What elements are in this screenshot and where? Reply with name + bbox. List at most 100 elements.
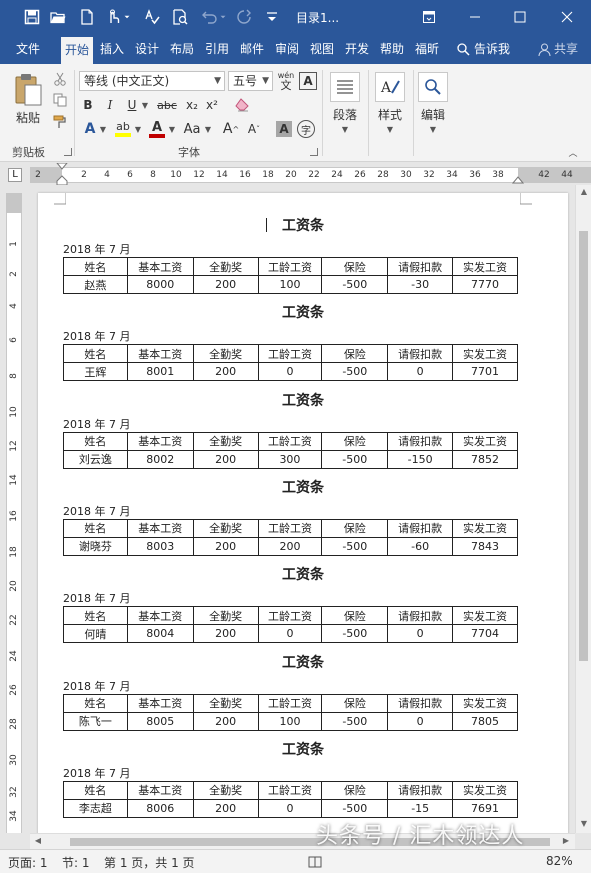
indent-marker-icon[interactable]: [56, 163, 68, 185]
table-header-cell[interactable]: 保险: [321, 780, 389, 800]
table-cell-name[interactable]: 李志超: [63, 798, 128, 818]
tab-help[interactable]: 帮助: [376, 34, 408, 64]
table-cell-base[interactable]: 8005: [126, 711, 194, 731]
table-cell-attendance[interactable]: 200: [192, 711, 259, 731]
table-header-cell[interactable]: 全勤奖: [192, 344, 259, 364]
table-cell-name[interactable]: 王辉: [63, 362, 128, 382]
table-cell-insurance[interactable]: -500: [321, 362, 389, 382]
table-cell-base[interactable]: 8003: [126, 536, 194, 556]
font-launcher-icon[interactable]: [310, 148, 318, 156]
paste-icon[interactable]: [10, 72, 46, 108]
table-header-cell[interactable]: 工龄工资: [257, 518, 323, 538]
table-cell-base[interactable]: 8000: [126, 275, 194, 294]
table-header-cell[interactable]: 基本工资: [126, 606, 194, 626]
enclose-characters-button[interactable]: 字: [297, 120, 315, 138]
font-color-dropdown-icon[interactable]: ▼: [168, 122, 176, 136]
maximize-button[interactable]: [505, 4, 535, 30]
spelling-check-icon[interactable]: [142, 7, 162, 27]
paragraph-dropdown-icon[interactable]: ▼: [340, 124, 350, 134]
table-header-cell[interactable]: 请假扣款: [387, 257, 454, 276]
table-header-cell[interactable]: 保险: [321, 431, 389, 451]
table-cell-leave[interactable]: -150: [387, 449, 454, 469]
table-header-cell[interactable]: 基本工资: [126, 257, 194, 276]
format-painter-icon[interactable]: [52, 114, 68, 130]
table-header-cell[interactable]: 保险: [321, 257, 389, 276]
table-header-cell[interactable]: 请假扣款: [387, 344, 454, 364]
table-header-cell[interactable]: 工龄工资: [257, 257, 323, 276]
editing-search-icon[interactable]: [418, 72, 448, 102]
table-header-cell[interactable]: 工龄工资: [257, 431, 323, 451]
pay-slip-table[interactable]: 姓名 基本工资 全勤奖 工龄工资 保险 请假扣款 实发工资 赵燕 8000 200 100 -500-…: [63, 257, 518, 294]
vertical-scroll-thumb[interactable]: [579, 231, 588, 661]
table-header-cell[interactable]: 保险: [321, 518, 389, 538]
character-border-button[interactable]: A: [299, 72, 317, 90]
table-cell-seniority[interactable]: 100: [257, 275, 323, 294]
bold-button[interactable]: B: [80, 96, 96, 114]
table-cell-seniority[interactable]: 0: [257, 624, 323, 644]
table-header-cell[interactable]: 请假扣款: [387, 780, 454, 800]
text-effects-button[interactable]: A: [80, 119, 100, 139]
underline-dropdown-icon[interactable]: ▼: [140, 97, 150, 113]
tab-home[interactable]: 开始: [61, 37, 93, 64]
tab-developer[interactable]: 开发: [341, 34, 373, 64]
table-cell-leave[interactable]: 0: [387, 624, 454, 644]
table-header-cell[interactable]: 基本工资: [126, 518, 194, 538]
paste-label[interactable]: 粘贴: [10, 109, 46, 126]
italic-button[interactable]: I: [102, 96, 118, 114]
pay-slip-table[interactable]: 姓名 基本工资 全勤奖 工龄工资 保险 请假扣款 实发工资 谢晓芬 8003 200 200 -500…: [63, 518, 518, 556]
table-cell-name[interactable]: 刘云逸: [63, 449, 128, 469]
scroll-right-icon[interactable]: ▶: [560, 836, 572, 848]
table-header-cell[interactable]: 实发工资: [452, 518, 518, 538]
status-page[interactable]: 页面: 1: [8, 854, 48, 871]
change-case-dropdown-icon[interactable]: ▼: [204, 122, 212, 136]
font-size-select[interactable]: 五号 ▼: [228, 71, 273, 91]
table-header-cell[interactable]: 工龄工资: [257, 344, 323, 364]
table-cell-net[interactable]: 7691: [452, 798, 518, 818]
table-header-cell[interactable]: 实发工资: [452, 780, 518, 800]
table-header-cell[interactable]: 基本工资: [126, 693, 194, 713]
table-header-cell[interactable]: 保险: [321, 693, 389, 713]
table-cell-insurance[interactable]: -500: [321, 624, 389, 644]
table-cell-leave[interactable]: -15: [387, 798, 454, 818]
table-header-cell[interactable]: 请假扣款: [387, 431, 454, 451]
table-cell-seniority[interactable]: 0: [257, 798, 323, 818]
copy-icon[interactable]: [52, 92, 68, 108]
table-header-cell[interactable]: 实发工资: [452, 344, 518, 364]
table-cell-attendance[interactable]: 200: [192, 624, 259, 644]
collapse-ribbon-icon[interactable]: ︿: [566, 146, 580, 159]
vertical-scrollbar[interactable]: ▲ ▼: [575, 185, 591, 833]
table-cell-attendance[interactable]: 200: [192, 798, 259, 818]
document-page[interactable]: 工资条 2018 年 7 月姓名 基本工资 全勤奖 工龄工资 保险 请假扣款 实发工资 赵燕 80…: [38, 193, 568, 833]
table-cell-attendance[interactable]: 200: [192, 536, 259, 556]
table-header-cell[interactable]: 实发工资: [452, 606, 518, 626]
table-cell-seniority[interactable]: 200: [257, 536, 323, 556]
text-effects-dropdown-icon[interactable]: ▼: [99, 122, 107, 136]
table-cell-base[interactable]: 8001: [126, 362, 194, 382]
pay-slip-table[interactable]: 姓名 基本工资 全勤奖 工龄工资 保险 请假扣款 实发工资 刘云逸 8002 200 300 -500…: [63, 431, 518, 469]
table-cell-name[interactable]: 谢晓芬: [63, 536, 128, 556]
cut-icon[interactable]: [52, 71, 68, 87]
table-header-cell[interactable]: 姓名: [63, 606, 128, 626]
highlight-dropdown-icon[interactable]: ▼: [134, 122, 142, 136]
save-icon[interactable]: [22, 7, 42, 27]
document-area[interactable]: 工资条 2018 年 7 月姓名 基本工资 全勤奖 工龄工资 保险 请假扣款 实发工资 赵燕 80…: [30, 185, 575, 833]
open-folder-icon[interactable]: [48, 7, 68, 27]
font-color-button[interactable]: A: [147, 119, 167, 139]
table-cell-leave[interactable]: -30: [387, 275, 454, 294]
styles-label[interactable]: 样式: [371, 106, 409, 123]
minimize-button[interactable]: [460, 4, 490, 30]
subscript-button[interactable]: x₂: [183, 96, 201, 114]
read-mode-icon[interactable]: [308, 855, 322, 869]
table-header-cell[interactable]: 全勤奖: [192, 431, 259, 451]
status-section[interactable]: 节: 1: [62, 854, 90, 871]
table-cell-seniority[interactable]: 300: [257, 449, 323, 469]
table-header-cell[interactable]: 姓名: [63, 431, 128, 451]
table-header-cell[interactable]: 请假扣款: [387, 518, 454, 538]
table-cell-leave[interactable]: 0: [387, 362, 454, 382]
tab-view[interactable]: 视图: [306, 34, 338, 64]
clipboard-launcher-icon[interactable]: [64, 148, 72, 156]
table-cell-net[interactable]: 7843: [452, 536, 518, 556]
undo-dropdown-icon[interactable]: [218, 7, 228, 27]
vertical-ruler[interactable]: 1 2 4 6 8 10 12 14 16 18 20 22 24 26 28 …: [0, 185, 30, 833]
tab-layout[interactable]: 布局: [166, 34, 198, 64]
